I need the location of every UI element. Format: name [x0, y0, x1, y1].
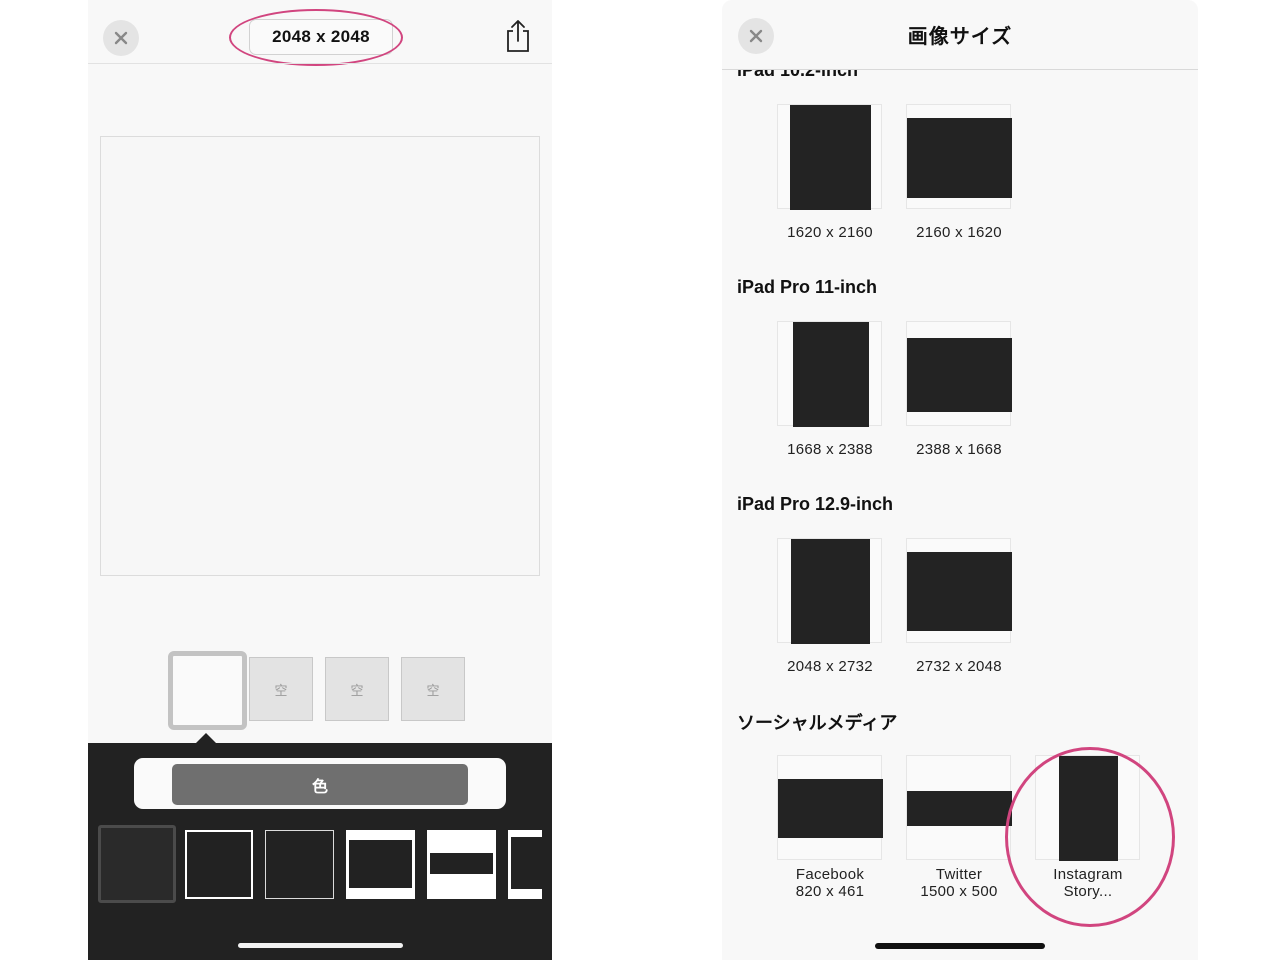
size-label: 1620 x 2160: [787, 224, 873, 241]
size-label: Facebook 820 x 461: [760, 866, 900, 900]
size-option[interactable]: [777, 755, 883, 860]
section-heading: iPad Pro 12.9-inch: [737, 494, 894, 514]
canvas-editor-screen: 2048 x 2048 空 空 空 色: [88, 0, 552, 960]
canvas-slot-active[interactable]: [168, 651, 247, 730]
sheet-title: 画像サイズ: [907, 26, 1013, 48]
size-option[interactable]: [777, 321, 882, 427]
home-indicator: [875, 943, 1045, 949]
canvas-slot-empty[interactable]: 空: [325, 657, 389, 721]
frame-option[interactable]: [185, 830, 253, 899]
frame-tray: 色: [88, 743, 552, 960]
close-button[interactable]: [103, 20, 139, 56]
aspect-preview: [907, 118, 1012, 198]
aspect-preview: [790, 105, 871, 210]
aspect-preview: [791, 539, 870, 644]
size-label: 2732 x 2048: [916, 658, 1002, 675]
frame-option[interactable]: [346, 830, 415, 899]
size-label: 2160 x 1620: [916, 224, 1002, 241]
close-icon: [114, 31, 128, 45]
home-indicator: [238, 943, 403, 948]
size-option[interactable]: [906, 538, 1012, 643]
aspect-preview: [793, 322, 869, 427]
size-label: Twitter 1500 x 500: [889, 866, 1029, 900]
highlight-circle: [229, 9, 403, 66]
section-heading: iPad 10.2-inch: [737, 70, 859, 80]
aspect-preview: [907, 338, 1012, 412]
canvas-slot-empty[interactable]: 空: [401, 657, 465, 721]
size-name: Twitter: [935, 866, 983, 883]
highlight-circle: [1005, 747, 1175, 927]
header-divider: [88, 63, 552, 64]
size-dimensions: 1500 x 500: [920, 883, 998, 900]
frame-preview: [349, 840, 412, 888]
size-name: Facebook: [795, 866, 865, 883]
section-heading: iPad Pro 11-inch: [737, 277, 878, 297]
canvas-slot-empty[interactable]: 空: [249, 657, 313, 721]
size-dimensions: 820 x 461: [795, 883, 865, 900]
drawing-canvas[interactable]: [100, 136, 540, 576]
size-option[interactable]: [906, 755, 1012, 860]
size-option[interactable]: [906, 104, 1012, 209]
size-label: 2048 x 2732: [787, 658, 873, 675]
aspect-preview: [778, 779, 883, 838]
size-label: 2388 x 1668: [916, 441, 1002, 458]
size-option[interactable]: [777, 538, 882, 644]
aspect-preview: [907, 791, 1012, 826]
color-button[interactable]: 色: [172, 764, 468, 805]
frame-preview: [430, 853, 493, 874]
size-option[interactable]: [777, 104, 882, 210]
frame-option[interactable]: [508, 830, 542, 899]
frame-option[interactable]: [265, 830, 334, 899]
aspect-preview: [907, 552, 1012, 631]
size-label: 1668 x 2388: [787, 441, 873, 458]
frame-option[interactable]: [427, 830, 496, 899]
color-panel: 色: [134, 758, 506, 809]
image-size-sheet: 画像サイズ iPad 10.2-inch 1620 x 2160 2160 x …: [722, 0, 1198, 960]
size-option[interactable]: [906, 321, 1012, 426]
share-icon[interactable]: [504, 19, 532, 53]
tray-pointer: [196, 733, 216, 743]
frame-option-selected[interactable]: [98, 825, 176, 903]
frame-preview: [511, 837, 542, 889]
section-heading: ソーシャルメディア: [737, 713, 898, 733]
